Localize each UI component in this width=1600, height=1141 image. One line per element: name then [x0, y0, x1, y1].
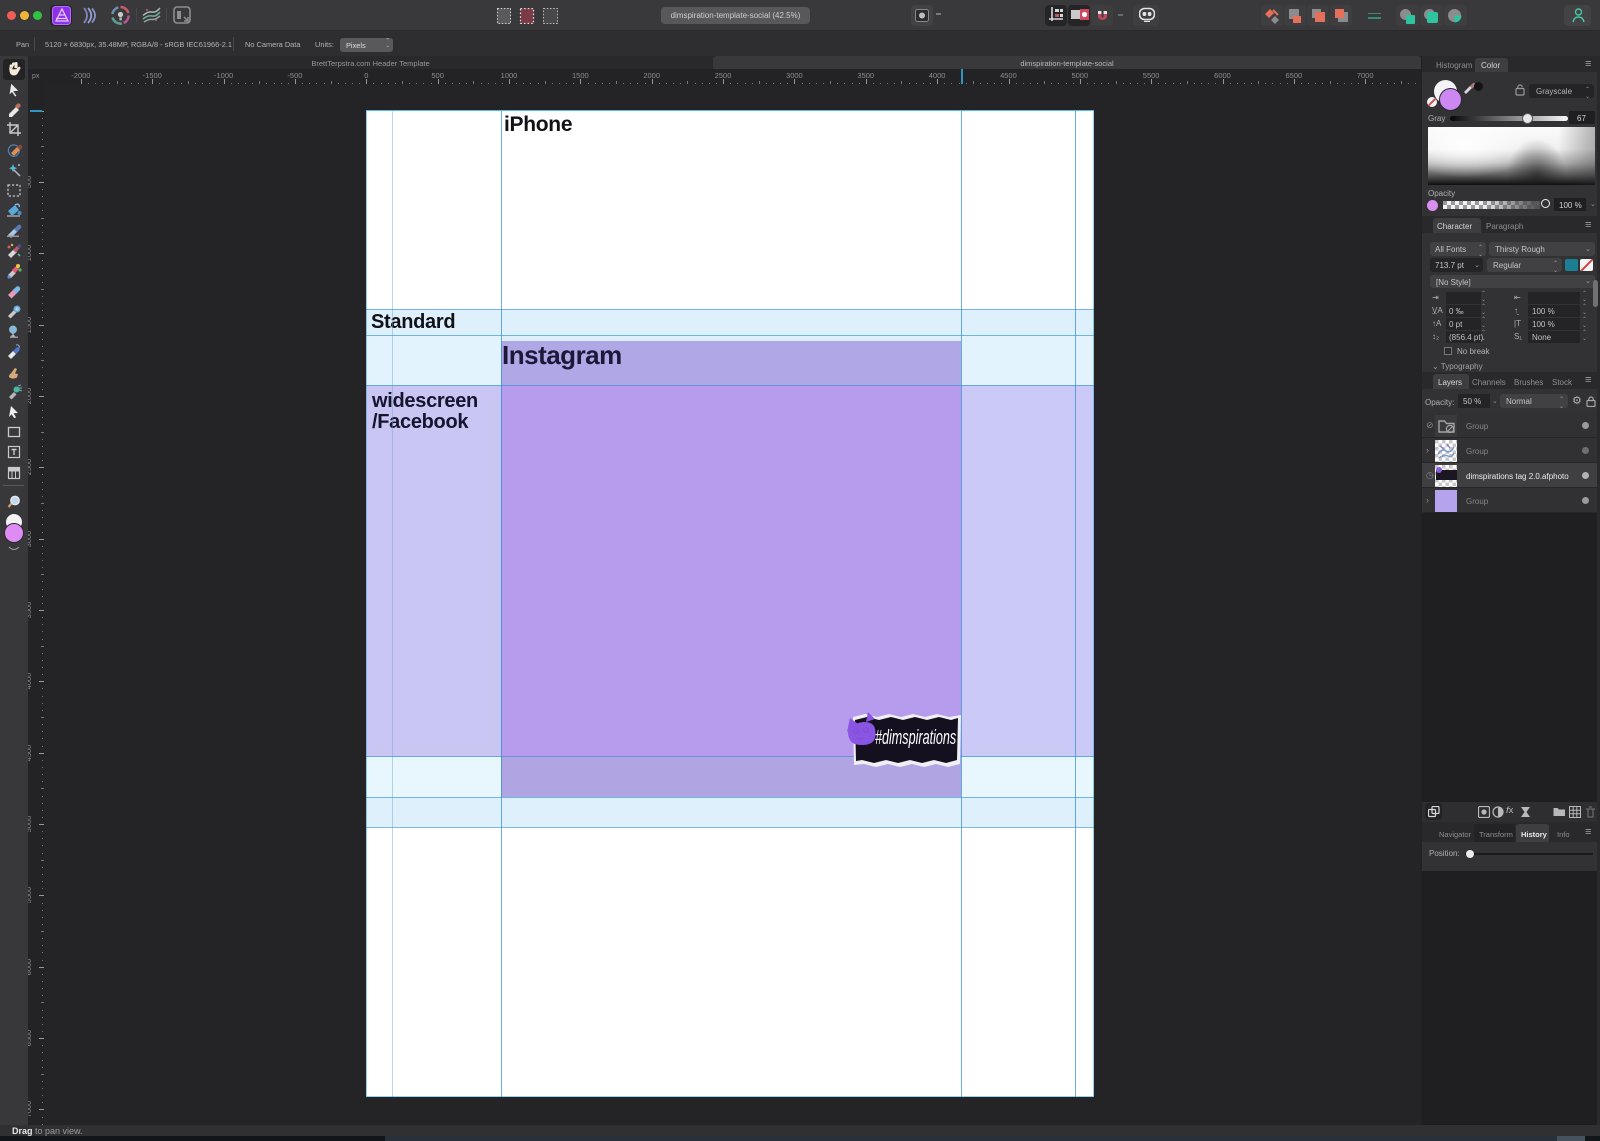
svg-text:#dimspirations: #dimspirations	[875, 726, 957, 749]
